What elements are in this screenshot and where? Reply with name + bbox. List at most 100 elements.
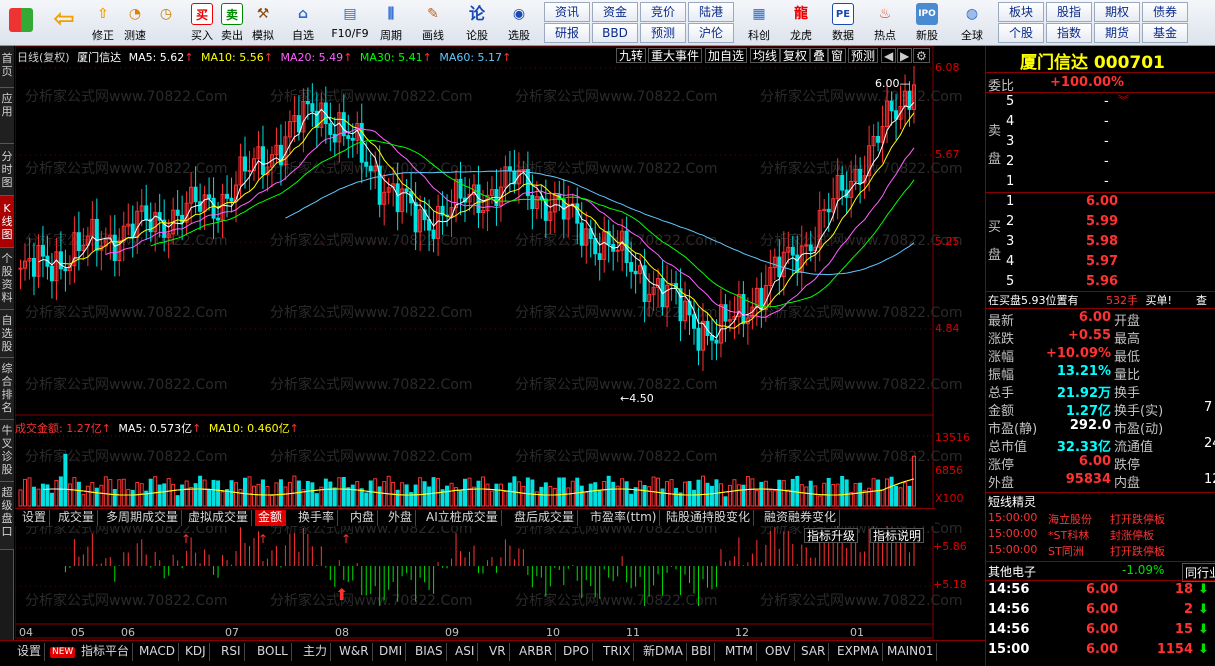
bottom-tab[interactable]: BIAS bbox=[412, 643, 447, 661]
bottom-tab[interactable]: MAIN01 bbox=[884, 643, 938, 661]
left-tab-ranking[interactable]: 综合排名 bbox=[0, 358, 14, 420]
toolbar-funds-button[interactable]: 资金 bbox=[592, 2, 638, 22]
chart-btn-adjust[interactable]: 复权 bbox=[780, 48, 811, 63]
toolbar-news-button[interactable]: 资讯 bbox=[544, 2, 590, 22]
toolbar-f10-button[interactable]: ▤ F10/F9 bbox=[328, 2, 372, 44]
indicator-tab[interactable]: 陆股通持股变化 bbox=[663, 510, 755, 526]
indicator-tab[interactable]: 内盘 bbox=[347, 510, 379, 526]
chart-btn-add-watchlist[interactable]: 加自选 bbox=[705, 48, 748, 63]
toolbar-auction-button[interactable]: 竞价 bbox=[640, 2, 686, 22]
toolbar-revise-button[interactable]: ⇧ 修正 bbox=[88, 2, 118, 44]
bottom-tab[interactable]: BOLL bbox=[254, 643, 292, 661]
bottom-tab[interactable]: KDJ bbox=[182, 643, 210, 661]
toolbar-hot-button[interactable]: ♨ 热点 bbox=[868, 2, 902, 44]
bottom-tab[interactable]: EXPMA bbox=[834, 643, 883, 661]
chart-btn-major-events[interactable]: 重大事件 bbox=[648, 48, 703, 63]
toolbar-speedtest-button[interactable]: ◔ 测速 bbox=[120, 2, 150, 44]
toolbar-back-button[interactable]: ⇦ bbox=[46, 2, 82, 44]
toolbar-data-button[interactable]: PE 数据 bbox=[826, 2, 860, 44]
left-tab-kline[interactable]: K线图 bbox=[0, 196, 14, 248]
toolbar-star-market-button[interactable]: ▦ 科创 bbox=[742, 2, 776, 44]
bottom-tab[interactable]: 主力 bbox=[300, 643, 332, 661]
toolbar-drawline-button[interactable]: ✎ 画线 bbox=[416, 2, 450, 44]
short-line-stock[interactable]: ST同洲 bbox=[1048, 543, 1084, 559]
toolbar-futures-button[interactable]: 期货 bbox=[1094, 23, 1140, 43]
indicator-tab[interactable]: 多周期成交量 bbox=[103, 510, 183, 526]
indicator-tab[interactable]: 换手率 bbox=[295, 510, 339, 526]
toolbar-ipo-button[interactable]: IPO 新股 bbox=[910, 2, 944, 44]
indicator-tab[interactable]: 盘后成交量 bbox=[511, 510, 579, 526]
indicator-upgrade-button[interactable]: 指标升级 bbox=[804, 528, 859, 543]
toolbar-clock-button[interactable]: ◷ bbox=[151, 2, 181, 44]
toolbar-watchlist-button[interactable]: ⌂ 自选 bbox=[286, 2, 320, 44]
chart-btn-forecast[interactable]: 预测 bbox=[848, 48, 879, 63]
toolbar-shanghai-london-button[interactable]: 沪伦 bbox=[688, 23, 734, 43]
chart-btn-ma[interactable]: 均线 bbox=[750, 48, 781, 63]
bottom-tab[interactable]: DPO bbox=[560, 643, 593, 661]
toolbar-forecast-button[interactable]: 预测 bbox=[640, 23, 686, 43]
chart-btn-overlay[interactable]: 叠 bbox=[810, 48, 829, 63]
toolbar-sell-button[interactable]: 卖 卖出 bbox=[217, 2, 247, 44]
toolbar-hk-connect-button[interactable]: 陆港 bbox=[688, 2, 734, 22]
bottom-tab[interactable]: MACD bbox=[136, 643, 179, 661]
toolbar-stock-button[interactable]: 个股 bbox=[998, 23, 1044, 43]
chart-btn-prev[interactable]: ◀ bbox=[881, 48, 897, 63]
toolbar-sector-button[interactable]: 板块 bbox=[998, 2, 1044, 22]
kline-chart-canvas[interactable]: 分析家公式网www.70822.Com 分析家公式网www.70822.Com 分析… bbox=[15, 46, 985, 640]
short-line-stock[interactable]: 海立股份 bbox=[1048, 511, 1092, 527]
bottom-tab[interactable]: OBV bbox=[762, 643, 795, 661]
order-alert-query-button[interactable]: 查 bbox=[1196, 292, 1207, 308]
indicator-tab[interactable]: 设置 bbox=[19, 510, 51, 526]
bottom-tab[interactable]: RSI bbox=[218, 643, 245, 661]
chart-btn-window[interactable]: 窗 bbox=[828, 48, 847, 63]
bottom-tab[interactable]: 新DMA bbox=[640, 643, 687, 661]
bottom-tab[interactable]: DMI bbox=[376, 643, 407, 661]
toolbar-options-button[interactable]: 期权 bbox=[1094, 2, 1140, 22]
left-tab-apps[interactable]: 应用 bbox=[0, 88, 14, 144]
toolbar-pickstock-button[interactable]: ◉ 选股 bbox=[502, 2, 536, 44]
toolbar-grid-button[interactable] bbox=[4, 2, 38, 44]
bottom-tab[interactable]: TRIX bbox=[600, 643, 635, 661]
bottom-tab[interactable]: ARBR bbox=[516, 643, 557, 661]
short-line-stock[interactable]: *ST科林 bbox=[1048, 527, 1089, 543]
indicator-help-button[interactable]: 指标说明 bbox=[870, 528, 925, 543]
bottom-tab[interactable]: SAR bbox=[798, 643, 830, 661]
left-tab-stock-info[interactable]: 个股资料 bbox=[0, 248, 14, 310]
bottom-tab[interactable]: VR bbox=[486, 643, 510, 661]
left-tab-intraday[interactable]: 分时图 bbox=[0, 144, 14, 196]
indicator-tab[interactable]: 融资融券变化 bbox=[761, 510, 841, 526]
toolbar-discuss-button[interactable]: 论 论股 bbox=[462, 2, 492, 44]
indicator-tab[interactable]: 市盈率(ttm) bbox=[587, 510, 661, 526]
indicator-tab[interactable]: 虚拟成交量 bbox=[185, 510, 253, 526]
collapse-chevron-icon[interactable]: ︾ bbox=[1118, 92, 1129, 108]
left-tab-super-order[interactable]: 超级盘口 bbox=[0, 482, 14, 550]
toolbar-index-button[interactable]: 指数 bbox=[1046, 23, 1092, 43]
toolbar-index-futures-button[interactable]: 股指 bbox=[1046, 2, 1092, 22]
left-tab-watchlist[interactable]: 自选股 bbox=[0, 310, 14, 358]
toolbar-bonds-button[interactable]: 债券 bbox=[1142, 2, 1188, 22]
left-tab-home[interactable]: 首页 bbox=[0, 46, 14, 88]
toolbar-period-button[interactable]: ⫼ 周期 bbox=[374, 2, 408, 44]
chart-btn-next[interactable]: ▶ bbox=[897, 48, 913, 63]
bottom-tab[interactable]: MTM bbox=[722, 643, 758, 661]
chart-btn-jiuzhuan[interactable]: 九转 bbox=[616, 48, 647, 63]
indicator-tab[interactable]: 外盘 bbox=[385, 510, 417, 526]
toolbar-bbd-button[interactable]: BBD bbox=[592, 23, 638, 43]
toolbar-fund-button[interactable]: 基金 bbox=[1142, 23, 1188, 43]
bottom-tab[interactable]: ASI bbox=[452, 643, 479, 661]
bottom-tab[interactable]: 设置 bbox=[14, 643, 46, 661]
bottom-tab[interactable]: BBI bbox=[688, 643, 716, 661]
chart-btn-settings[interactable]: ⚙ bbox=[913, 48, 930, 63]
toolbar-global-button[interactable]: ◍ 全球 bbox=[954, 2, 990, 44]
bottom-tab[interactable]: W&R bbox=[336, 643, 373, 661]
toolbar-buy-button[interactable]: 买 买入 bbox=[187, 2, 217, 44]
bottom-tab[interactable]: 指标平台 bbox=[78, 643, 134, 661]
left-tab-diagnosis[interactable]: 牛叉诊股 bbox=[0, 420, 14, 482]
toolbar-simulate-button[interactable]: ⚒ 模拟 bbox=[248, 2, 278, 44]
kline-chart-area[interactable]: 分析家公式网www.70822.Com 分析家公式网www.70822.Com 分析… bbox=[15, 46, 985, 640]
toolbar-dragon-tiger-button[interactable]: 龍 龙虎 bbox=[784, 2, 818, 44]
indicator-tab[interactable]: 成交量 bbox=[55, 510, 99, 526]
indicator-tab[interactable]: 金额 bbox=[255, 510, 287, 526]
toolbar-research-button[interactable]: 研报 bbox=[544, 23, 590, 43]
indicator-tab[interactable]: AI立桩成交量 bbox=[423, 510, 502, 526]
